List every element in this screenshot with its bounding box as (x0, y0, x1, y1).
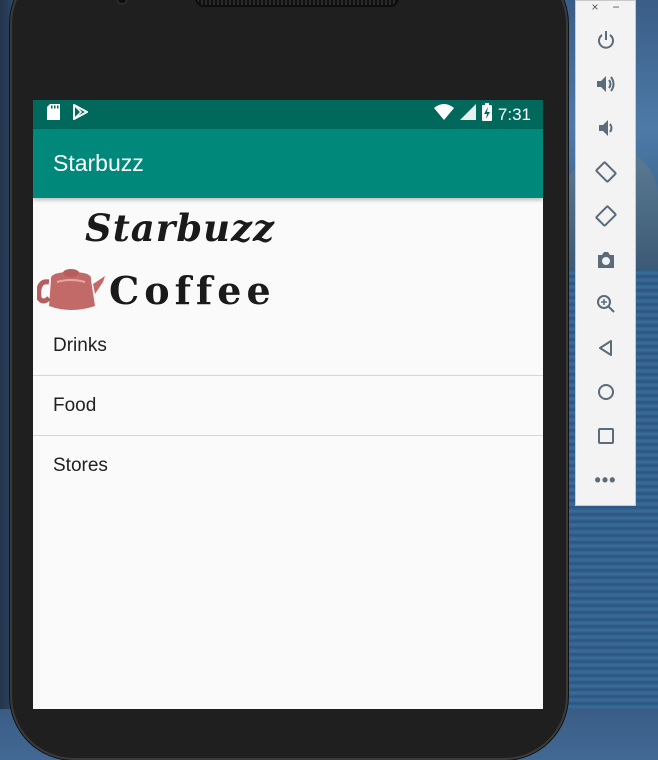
earpiece-speaker (195, 0, 399, 7)
more-button[interactable]: ••• (576, 458, 635, 502)
power-button[interactable] (576, 18, 635, 62)
volume-up-button[interactable] (576, 62, 635, 106)
category-list: Drinks Food Stores (33, 316, 543, 496)
clock: 7:31 (497, 104, 531, 124)
status-bar: 7:31 (33, 100, 543, 129)
app-bar: Starbuzz (33, 129, 543, 198)
emulator-toolbar: × − ••• (575, 0, 636, 506)
list-item-stores[interactable]: Stores (33, 436, 543, 496)
back-button[interactable] (576, 326, 635, 370)
overview-button[interactable] (576, 414, 635, 458)
list-item-food[interactable]: Food (33, 376, 543, 436)
logo-text-line2: Coffee (109, 268, 276, 313)
rotate-right-button[interactable] (576, 194, 635, 238)
screenshot-button[interactable] (576, 238, 635, 282)
starbuzz-logo: Starbuzz Coffee (33, 198, 543, 316)
device-screen: 7:31 Starbuzz Starbuzz Coffee Drinks Foo… (33, 100, 543, 709)
battery-charging-icon (481, 103, 492, 126)
rotate-right-icon (595, 205, 616, 227)
rotate-left-button[interactable] (576, 150, 635, 194)
zoom-icon (596, 295, 615, 313)
camera-icon (597, 252, 614, 268)
list-item-drinks[interactable]: Drinks (33, 316, 543, 376)
volume-down-button[interactable] (576, 106, 635, 150)
logo-text-line1: Starbuzz (85, 206, 276, 250)
rotate-left-icon (595, 161, 616, 183)
home-button[interactable] (576, 370, 635, 414)
overview-icon (597, 428, 614, 444)
more-icon: ••• (594, 469, 617, 490)
cell-signal-icon (459, 104, 476, 125)
volume-up-icon (596, 76, 614, 92)
power-icon (597, 31, 614, 49)
app-title: Starbuzz (53, 150, 144, 176)
play-store-icon (72, 104, 88, 125)
zoom-button[interactable] (576, 282, 635, 326)
sd-card-icon (47, 104, 60, 125)
back-icon (598, 340, 612, 356)
wifi-icon (433, 104, 454, 125)
close-icon[interactable]: × (591, 1, 598, 15)
teapot-icon (36, 264, 107, 317)
volume-down-icon (598, 120, 612, 136)
front-camera (116, 0, 128, 5)
minimize-icon[interactable]: − (613, 1, 620, 15)
home-icon (597, 384, 614, 400)
